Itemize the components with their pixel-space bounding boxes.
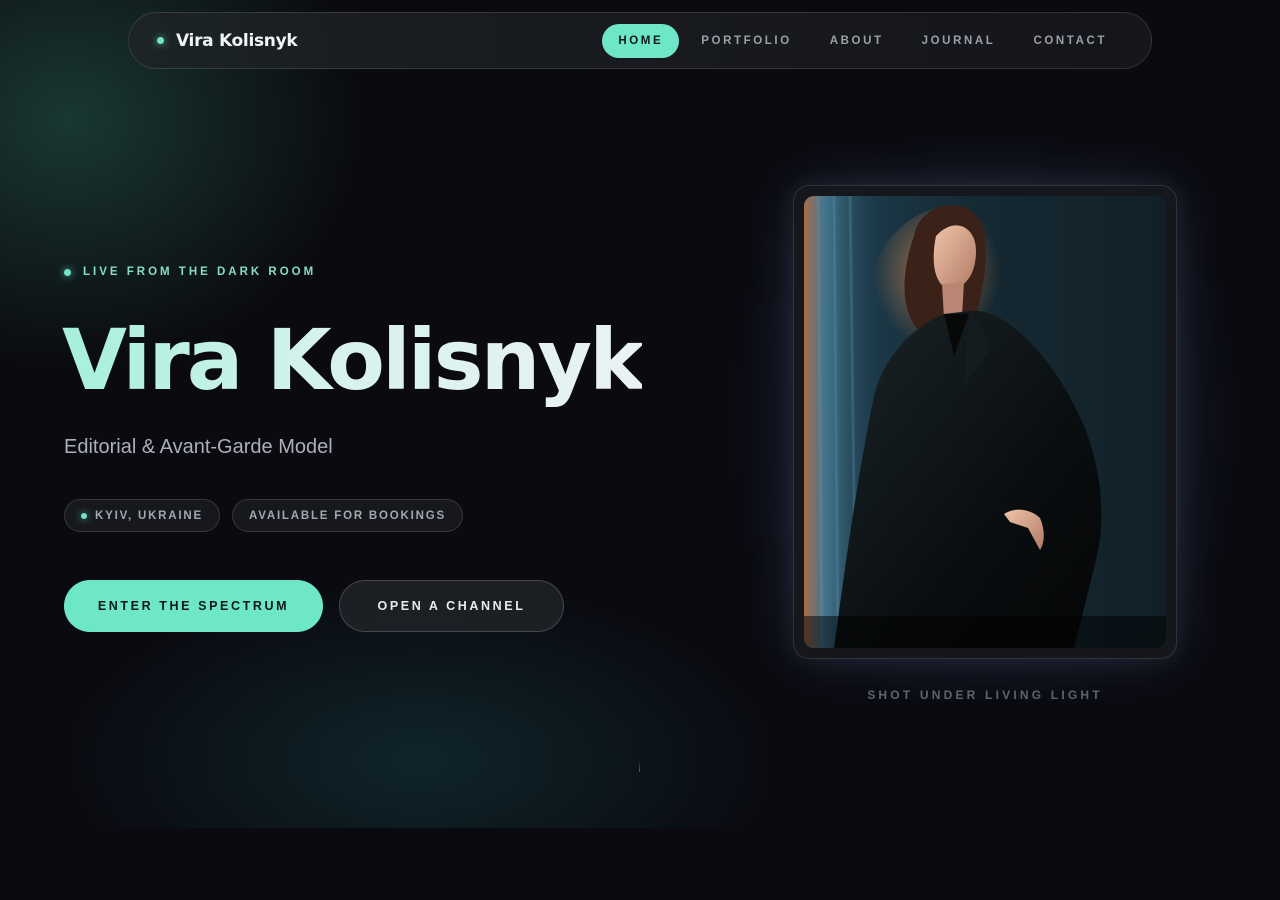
availability-chip: AVAILABLE FOR BOOKINGS — [231, 499, 463, 532]
open-channel-button[interactable]: OPEN A CHANNEL — [339, 580, 564, 632]
hero-subtitle: Editorial & Avant-Garde Model — [64, 436, 333, 458]
scroll-indicator — [639, 760, 640, 772]
brand-name: Vira Kolisnyk — [176, 30, 298, 51]
live-dot-icon — [64, 268, 71, 276]
brand[interactable]: Vira Kolisnyk — [157, 30, 298, 51]
location-chip: KYIV, UKRAINE — [64, 499, 220, 532]
nav-link-about[interactable]: ABOUT — [814, 24, 900, 58]
portrait-photo — [804, 196, 1166, 648]
top-nav: Vira Kolisnyk HOME PORTFOLIO ABOUT JOURN… — [128, 12, 1152, 69]
nav-link-journal[interactable]: JOURNAL — [906, 24, 1012, 58]
nav-link-home[interactable]: HOME — [602, 23, 680, 58]
hero-eyebrow: LIVE FROM THE DARK ROOM — [64, 266, 316, 278]
enter-spectrum-button[interactable]: ENTER THE SPECTRUM — [64, 580, 323, 632]
nav-link-contact[interactable]: CONTACT — [1017, 24, 1123, 58]
page-footer-band — [0, 828, 1280, 900]
brand-dot-icon — [157, 37, 164, 44]
nav-links: HOME PORTFOLIO ABOUT JOURNAL CONTACT — [602, 23, 1123, 58]
nav-link-portfolio[interactable]: PORTFOLIO — [685, 24, 807, 58]
hero-title: Vira Kolisnyk — [62, 311, 645, 409]
portrait-frame — [793, 185, 1177, 659]
location-chip-label: KYIV, UKRAINE — [95, 509, 203, 522]
portrait-caption: SHOT UNDER LIVING LIGHT — [867, 688, 1103, 702]
eyebrow-text: LIVE FROM THE DARK ROOM — [83, 266, 317, 278]
availability-chip-label: AVAILABLE FOR BOOKINGS — [248, 509, 446, 522]
page: Vira Kolisnyk HOME PORTFOLIO ABOUT JOURN… — [0, 0, 1280, 900]
location-dot-icon — [81, 512, 87, 519]
hero-chips: KYIV, UKRAINE AVAILABLE FOR BOOKINGS — [64, 499, 463, 532]
